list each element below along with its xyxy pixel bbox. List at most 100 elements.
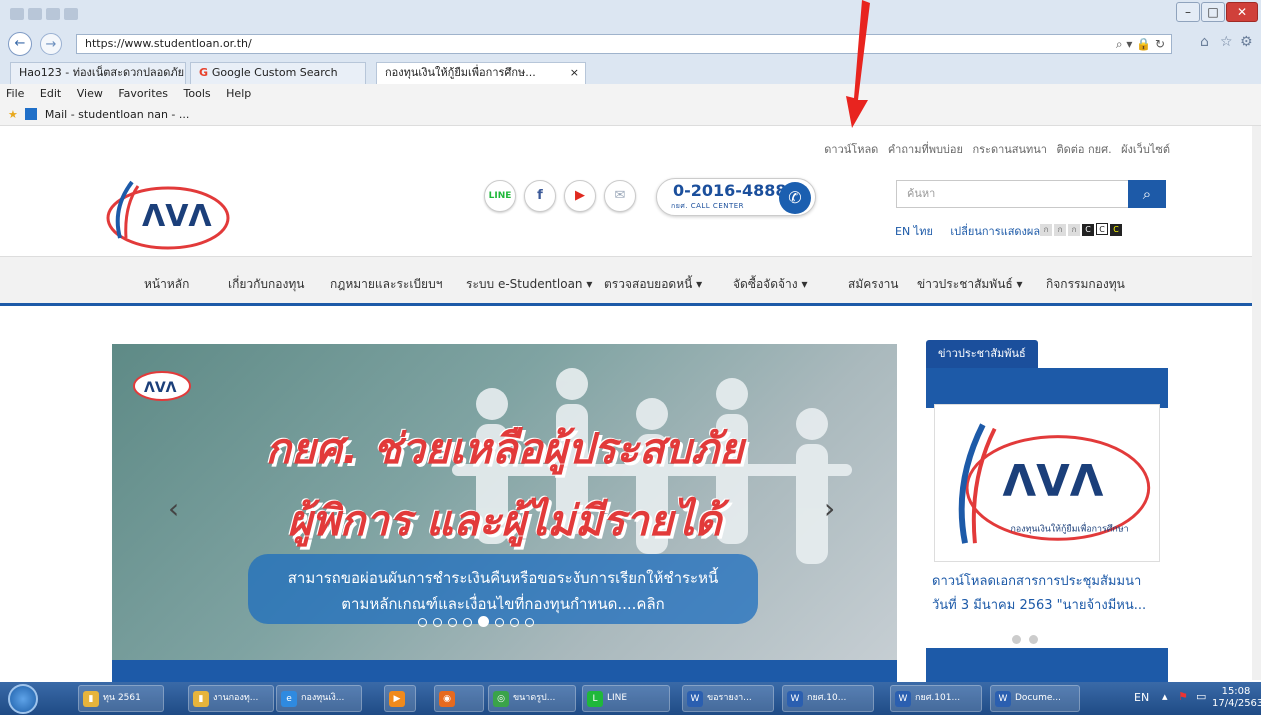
nav-laws[interactable]: กฎหมายและระเบียบฯ	[330, 275, 442, 294]
top-links: ดาวน์โหลด คำถามที่พบบ่อย กระดานสนทนา ติด…	[0, 140, 1170, 158]
page-scrollbar[interactable]	[1252, 126, 1261, 680]
home-icon[interactable]: ⌂	[1200, 34, 1209, 50]
tab-hao123[interactable]: Hao123 - ท่องเน็ตสะดวกปลอดภัย	[10, 62, 186, 84]
menu-view[interactable]: View	[77, 87, 103, 100]
nav-activities[interactable]: กิจกรรมกองทุน	[1046, 275, 1125, 294]
carousel-dot[interactable]	[510, 618, 519, 627]
nav-home[interactable]: หน้าหลัก	[144, 275, 189, 294]
search-button[interactable]: ⌕	[1128, 180, 1166, 208]
carousel-dot[interactable]	[463, 618, 472, 627]
mail-icon[interactable]: ✉	[604, 180, 636, 212]
action-center-icon[interactable]: ⚑	[1178, 690, 1188, 703]
nav-about[interactable]: เกี่ยวกับกองทุน	[228, 275, 304, 294]
link-download[interactable]: ดาวน์โหลด	[824, 143, 878, 156]
favorites-star-icon[interactable]: ★	[8, 108, 18, 121]
nav-e-studentloan[interactable]: ระบบ e-Studentloan ▾	[466, 275, 592, 294]
facebook-icon[interactable]: f	[524, 180, 556, 212]
taskbar-button-label: ขอรายงา...	[707, 693, 752, 703]
news-headline[interactable]: ดาวน์โหลดเอกสารการประชุมสัมมนา วันที่ 3 …	[932, 570, 1164, 618]
link-faq[interactable]: คำถามที่พบบ่อย	[888, 143, 963, 156]
news-image-logo[interactable]: ᐱᐯᐱ กองทุนเงินให้กู้ยืมเพื่อการศึกษา	[934, 404, 1160, 562]
menu-help[interactable]: Help	[226, 87, 251, 100]
address-bar[interactable]: https://www.studentloan.or.th/ ⌕ ▾ 🔒 ↻	[76, 34, 1172, 54]
youtube-icon[interactable]: ▶	[564, 180, 596, 212]
news-dot[interactable]	[1012, 635, 1021, 644]
language-switch[interactable]: EN ไทย เปลี่ยนการแสดงผล :	[895, 222, 1047, 240]
tray-lang[interactable]: EN	[1134, 691, 1149, 704]
favorite-mail-link[interactable]: Mail - studentloan nan - ...	[45, 108, 190, 121]
carousel-dot[interactable]	[478, 616, 489, 627]
close-tab-icon[interactable]: ×	[570, 63, 579, 83]
news-tab[interactable]: ข่าวประชาสัมพันธ์	[926, 340, 1038, 368]
banner-carousel[interactable]: ᐱᐯᐱ กยศ. ช่วยเหลือผู้ประสบภัย ผู้พิการ แ…	[112, 344, 897, 660]
favorites-star-icon[interactable]: ☆	[1220, 34, 1233, 50]
show-hidden-icons[interactable]: ▴	[1162, 690, 1168, 703]
nav-news[interactable]: ข่าวประชาสัมพันธ์ ▾	[917, 275, 1023, 294]
taskbar-button-label: งานกองทุ...	[213, 693, 259, 703]
clock-time: 15:08	[1221, 686, 1251, 697]
minimize-button[interactable]: –	[1176, 2, 1200, 22]
taskbar-button[interactable]: e กองทุนเงิ...	[276, 685, 362, 712]
search-placeholder: ค้นหา	[907, 187, 936, 200]
news-panel: ข่าวประชาสัมพันธ์ ᐱᐯᐱ กองทุนเงินให้กู้ยื…	[926, 340, 1168, 660]
word-icon: W	[995, 691, 1011, 707]
carousel-dot[interactable]	[448, 618, 457, 627]
nav-procurement[interactable]: จัดซื้อจัดจ้าง ▾	[733, 275, 807, 294]
close-window-button[interactable]: ✕	[1226, 2, 1258, 22]
carousel-next-icon[interactable]: ›	[824, 492, 835, 525]
font-size-medium[interactable]: ก	[1054, 224, 1066, 236]
taskbar-button[interactable]: W กยศ.10...	[782, 685, 874, 712]
outlook-icon	[25, 108, 38, 120]
news-dot[interactable]	[1046, 635, 1055, 644]
tab-google-custom-search[interactable]: G Google Custom Search	[190, 62, 366, 84]
svg-text:ᐱᐯᐱ: ᐱᐯᐱ	[1003, 457, 1104, 507]
contrast-by[interactable]: C	[1110, 224, 1122, 236]
tab-studentloan[interactable]: กองทุนเงินให้กู้ยืมเพื่อการศึกษ... ×	[376, 62, 586, 84]
taskbar-button[interactable]: ▮ ทุน 2561	[78, 685, 164, 712]
network-icon[interactable]: ▭	[1196, 690, 1206, 703]
call-center[interactable]: 0-2016-4888 กยศ. CALL CENTER ✆	[656, 178, 816, 216]
taskbar-button[interactable]: ▮ งานกองทุ...	[188, 685, 274, 712]
carousel-dot[interactable]	[525, 618, 534, 627]
menu-file[interactable]: File	[6, 87, 24, 100]
contrast-wb[interactable]: C	[1096, 223, 1108, 235]
carousel-dot[interactable]	[495, 618, 504, 627]
carousel-dot[interactable]	[418, 618, 427, 627]
nav-jobs[interactable]: สมัครงาน	[848, 275, 899, 294]
search-input[interactable]: ค้นหา	[896, 180, 1130, 208]
link-forum[interactable]: กระดานสนทนา	[972, 143, 1047, 156]
nav-check-debt[interactable]: ตรวจสอบยอดหนี้ ▾	[604, 275, 702, 294]
call-number: 0-2016-4888	[673, 181, 787, 200]
menu-tools[interactable]: Tools	[184, 87, 211, 100]
menu-favorites[interactable]: Favorites	[118, 87, 168, 100]
font-size-large[interactable]: ก	[1068, 224, 1080, 236]
forward-button[interactable]: →	[40, 33, 62, 55]
back-button[interactable]: ←	[8, 32, 32, 56]
taskbar-button[interactable]: W กยศ.101...	[890, 685, 982, 712]
taskbar-button[interactable]: L LINE	[582, 685, 670, 712]
address-tools[interactable]: ⌕ ▾ 🔒 ↻	[1116, 35, 1165, 53]
window-titlebar: – □ ✕	[0, 0, 1261, 28]
settings-gear-icon[interactable]: ⚙	[1240, 34, 1253, 50]
carousel-dot[interactable]	[433, 618, 442, 627]
banner-caption[interactable]: สามารถขอผ่อนผันการชำระเงินคืนหรือขอระงับ…	[248, 554, 758, 624]
taskbar-button[interactable]: W ขอรายงา...	[682, 685, 774, 712]
contrast-bw[interactable]: C	[1082, 224, 1094, 236]
taskbar-button[interactable]: W Docume...	[990, 685, 1080, 712]
line-icon[interactable]: LINE	[484, 180, 516, 212]
taskbar-button[interactable]: ◎ ขนาดรูป...	[488, 685, 576, 712]
link-contact[interactable]: ติดต่อ กยศ.	[1056, 143, 1111, 156]
maximize-button[interactable]: □	[1201, 2, 1225, 22]
start-button[interactable]	[8, 684, 38, 714]
news-dot[interactable]	[1029, 635, 1038, 644]
menu-edit[interactable]: Edit	[40, 87, 61, 100]
site-logo[interactable]: ᐱᐯᐱ	[102, 178, 232, 250]
taskbar-button-label: Docume...	[1015, 693, 1061, 703]
link-sitemap[interactable]: ผังเว็บไซต์	[1121, 143, 1170, 156]
taskbar-button[interactable]: ◉	[434, 685, 484, 712]
carousel-prev-icon[interactable]: ‹	[168, 492, 179, 525]
banner-headline-2: ผู้พิการ และผู้ไม่มีรายได้	[287, 496, 722, 545]
taskbar-clock[interactable]: 15:08 17/4/2563	[1212, 686, 1261, 710]
font-size-small[interactable]: ก	[1040, 224, 1052, 236]
taskbar-button[interactable]: ▶	[384, 685, 416, 712]
